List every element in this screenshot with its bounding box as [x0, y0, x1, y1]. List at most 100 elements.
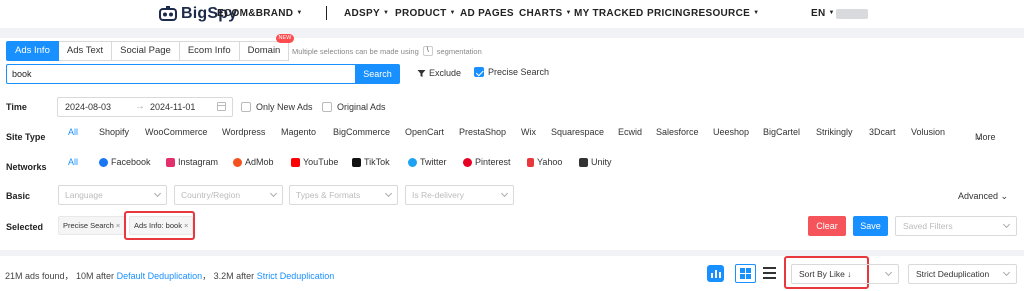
date-range-picker[interactable]: 2024-08-03 → 2024-11-01 [57, 97, 233, 117]
site-type-3dcart[interactable]: 3Dcart [869, 127, 896, 137]
language-select[interactable]: Language [58, 185, 167, 205]
selected-tag-precise-search: Precise Search × [58, 216, 126, 235]
results-bar: 21M ads found， 10M after Default Dedupli… [0, 256, 1024, 291]
exclude-toggle[interactable]: Exclude [417, 68, 461, 78]
network-twitter[interactable]: Twitter [408, 157, 447, 167]
user-avatar[interactable] [836, 9, 868, 19]
arrow-right-icon: → [135, 101, 145, 112]
site-type-salesforce[interactable]: Salesforce [656, 127, 699, 137]
network-tiktok[interactable]: TikTok [352, 157, 390, 167]
filter-icon [417, 69, 426, 77]
close-icon[interactable]: × [184, 221, 188, 230]
tab-domain[interactable]: Domain NEW [239, 34, 295, 61]
network-label: Yahoo [537, 157, 563, 167]
pinterest-icon [463, 157, 472, 167]
advanced-toggle[interactable]: Advanced ⌄ [958, 191, 1008, 202]
network-all[interactable]: All [68, 157, 78, 167]
network-pinterest[interactable]: Pinterest [463, 157, 511, 167]
site-type-prestashop[interactable]: PrestaShop [459, 127, 506, 137]
grid-icon-cell [740, 274, 745, 279]
bar-chart-icon-bar [719, 272, 721, 278]
only-new-ads-checkbox[interactable]: Only New Ads [241, 102, 313, 112]
original-ads-checkbox[interactable]: Original Ads [322, 102, 386, 112]
nav-product[interactable]: PRODUCT ▼ [395, 8, 456, 19]
tab-social-page[interactable]: Social Page [112, 41, 180, 61]
youtube-icon [291, 157, 300, 167]
hint-text-end: segmentation [436, 46, 482, 56]
site-type-shopify[interactable]: Shopify [99, 127, 129, 137]
site-type-wix[interactable]: Wix [521, 127, 536, 137]
country-region-select[interactable]: Country/Region [174, 185, 283, 205]
chart-view-button[interactable] [707, 265, 724, 282]
tab-ads-text[interactable]: Ads Text [58, 41, 113, 61]
results-count: 21M ads found， 10M after Default Dedupli… [5, 269, 334, 282]
site-type-woocommerce[interactable]: WooCommerce [145, 127, 207, 137]
site-type-bigcommerce[interactable]: BigCommerce [333, 127, 390, 137]
network-instagram[interactable]: Instagram [166, 157, 218, 167]
site-type-volusion[interactable]: Volusion [911, 127, 945, 137]
nav-label: CHARTS [519, 8, 563, 19]
grid-icon-cell [746, 274, 751, 279]
site-type-wordpress[interactable]: Wordpress [222, 127, 265, 137]
select-placeholder: Is Re-delivery [412, 190, 464, 200]
network-unity[interactable]: Unity [579, 157, 612, 167]
list-view-button[interactable] [763, 267, 776, 279]
chevron-down-icon [1002, 220, 1011, 229]
selected-tag-ads-info: Ads Info: book × [129, 216, 194, 235]
site-type-magento[interactable]: Magento [281, 127, 316, 137]
network-admob[interactable]: AdMob [233, 157, 274, 167]
nav-adspy[interactable]: ADSPY ▼ [344, 8, 389, 19]
language-label: EN [811, 8, 826, 19]
tab-ads-info[interactable]: Ads Info [6, 41, 59, 61]
caret-down-icon: ▼ [382, 10, 390, 16]
checkbox-checked-icon [474, 67, 484, 77]
nav-my-tracked[interactable]: MY TRACKED [574, 8, 643, 19]
nav-ecom-brand[interactable]: ECOM&BRAND ▼ [217, 8, 303, 19]
tab-ecom-info[interactable]: Ecom Info [179, 41, 240, 61]
site-type-opencart[interactable]: OpenCart [405, 127, 444, 137]
nav-pricing[interactable]: PRICING [647, 8, 691, 19]
networks-label: Networks [6, 162, 47, 172]
language-switch[interactable]: EN ▼ [811, 8, 835, 19]
exclude-label: Exclude [429, 68, 462, 78]
site-type-bigcartel[interactable]: BigCartel [763, 127, 800, 137]
network-label: Unity [591, 157, 612, 167]
dedup-select[interactable]: Strict Deduplication [908, 264, 1017, 284]
site-type-strikingly[interactable]: Strikingly [816, 127, 853, 137]
site-type-ecwid[interactable]: Ecwid [618, 127, 642, 137]
re-delivery-select[interactable]: Is Re-delivery [405, 185, 514, 205]
chevron-down-icon: ⌄ [975, 132, 983, 142]
grid-view-button[interactable] [735, 264, 756, 283]
save-button[interactable]: Save [853, 216, 888, 236]
search-input[interactable]: book [6, 64, 356, 84]
network-facebook[interactable]: Facebook [99, 157, 151, 167]
site-type-all[interactable]: All [68, 127, 78, 137]
select-placeholder: Country/Region [181, 190, 241, 200]
sort-select[interactable]: Sort By Like ↓ [791, 264, 899, 284]
search-button[interactable]: Search [355, 64, 400, 84]
nav-ad-pages[interactable]: AD PAGES [460, 8, 514, 19]
default-dedup-link[interactable]: Default Deduplication [117, 271, 203, 281]
nav-charts[interactable]: CHARTS ▼ [519, 8, 572, 19]
tab-domain-label: Domain [247, 45, 281, 56]
site-type-label: Site Type [6, 132, 46, 142]
filter-panel: Ads Info Ads Text Social Page Ecom Info … [0, 34, 1024, 250]
close-icon[interactable]: × [116, 221, 120, 230]
types-formats-select[interactable]: Types & Formats [289, 185, 398, 205]
site-type-squarespace[interactable]: Squarespace [551, 127, 604, 137]
results-count-text: 21M ads found， 10M after [5, 271, 115, 281]
clear-button[interactable]: Clear [808, 216, 846, 236]
saved-filters-select[interactable]: Saved Filters [895, 216, 1017, 236]
network-yahoo[interactable]: Yahoo [527, 157, 562, 167]
chevron-down-icon: ⌄ [1000, 191, 1009, 201]
network-youtube[interactable]: YouTube [291, 157, 338, 167]
nav-resource[interactable]: RESOURCE ▼ [691, 8, 759, 19]
site-type-ueeshop[interactable]: Ueeshop [713, 127, 749, 137]
grid-icon [740, 268, 745, 273]
chevron-down-icon [269, 189, 278, 198]
precise-search-checkbox[interactable]: Precise Search [474, 67, 549, 77]
strict-dedup-link[interactable]: Strict Deduplication [257, 271, 335, 281]
basic-label: Basic [6, 191, 31, 201]
results-mid-text: ， 3.2M after [202, 271, 255, 281]
search-type-tabs: Ads Info Ads Text Social Page Ecom Info … [6, 34, 295, 61]
